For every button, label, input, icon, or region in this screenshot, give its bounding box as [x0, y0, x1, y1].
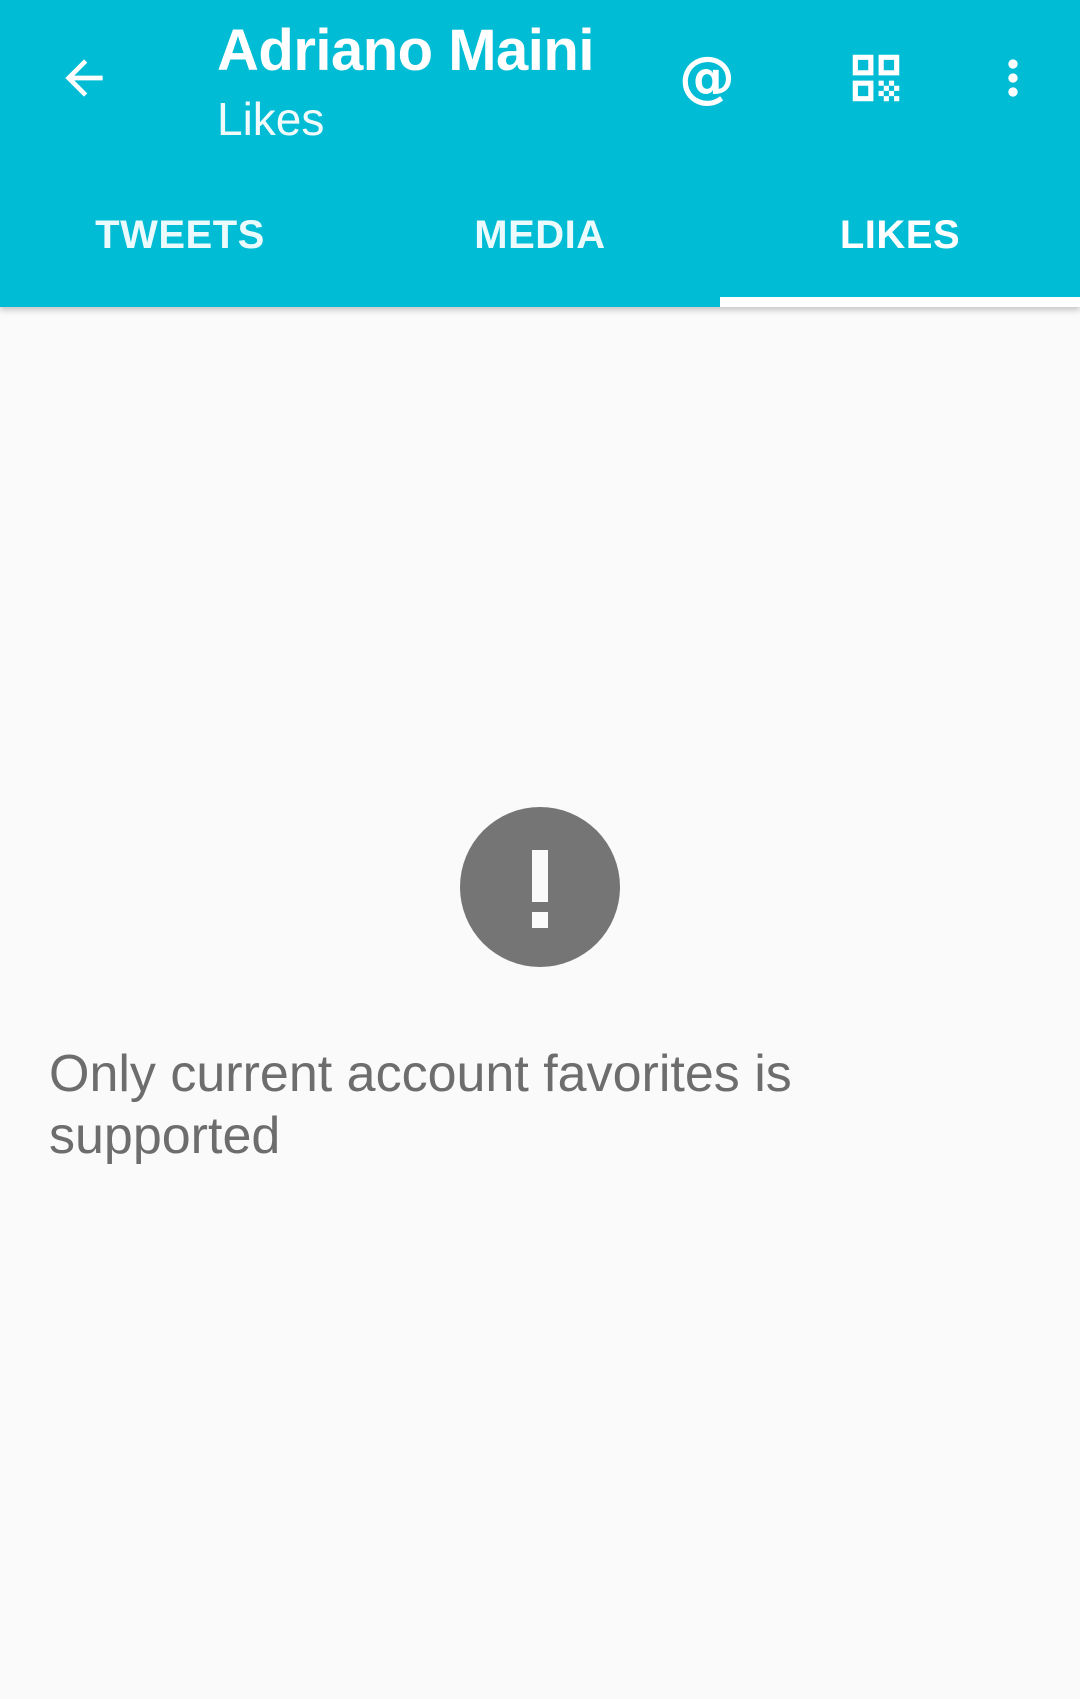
at-sign-icon: @ — [679, 45, 735, 110]
mention-button[interactable]: @ — [647, 18, 767, 138]
empty-state-message: Only current account favorites is suppor… — [49, 1045, 792, 1165]
qr-code-button[interactable] — [816, 18, 936, 138]
page-subtitle: Likes — [217, 93, 325, 145]
back-button[interactable] — [24, 18, 144, 138]
toolbar: Adriano Maini Likes @ — [0, 0, 1080, 160]
error-icon-bar — [532, 850, 548, 902]
more-options-button[interactable] — [953, 18, 1073, 138]
page-title: Adriano Maini — [217, 18, 594, 83]
more-vertical-icon — [1008, 59, 1018, 97]
error-icon-dot — [532, 912, 548, 928]
tab-media[interactable]: MEDIA — [360, 185, 720, 307]
tab-likes[interactable]: LIKES — [720, 185, 1080, 307]
qr-code-icon — [852, 54, 900, 102]
tab-selected-indicator — [720, 297, 1080, 307]
error-icon — [460, 807, 620, 967]
app-bar: Adriano Maini Likes @ TWEETS MEDIA LIKES — [0, 0, 1080, 307]
tab-tweets[interactable]: TWEETS — [0, 185, 360, 307]
tab-label: LIKES — [839, 213, 961, 257]
tab-label: MEDIA — [474, 213, 606, 257]
tab-label: TWEETS — [95, 213, 265, 257]
toolbar-titles: Adriano Maini Likes — [217, 18, 594, 146]
arrow-back-icon — [65, 59, 103, 97]
tab-bar: TWEETS MEDIA LIKES — [0, 185, 1080, 307]
